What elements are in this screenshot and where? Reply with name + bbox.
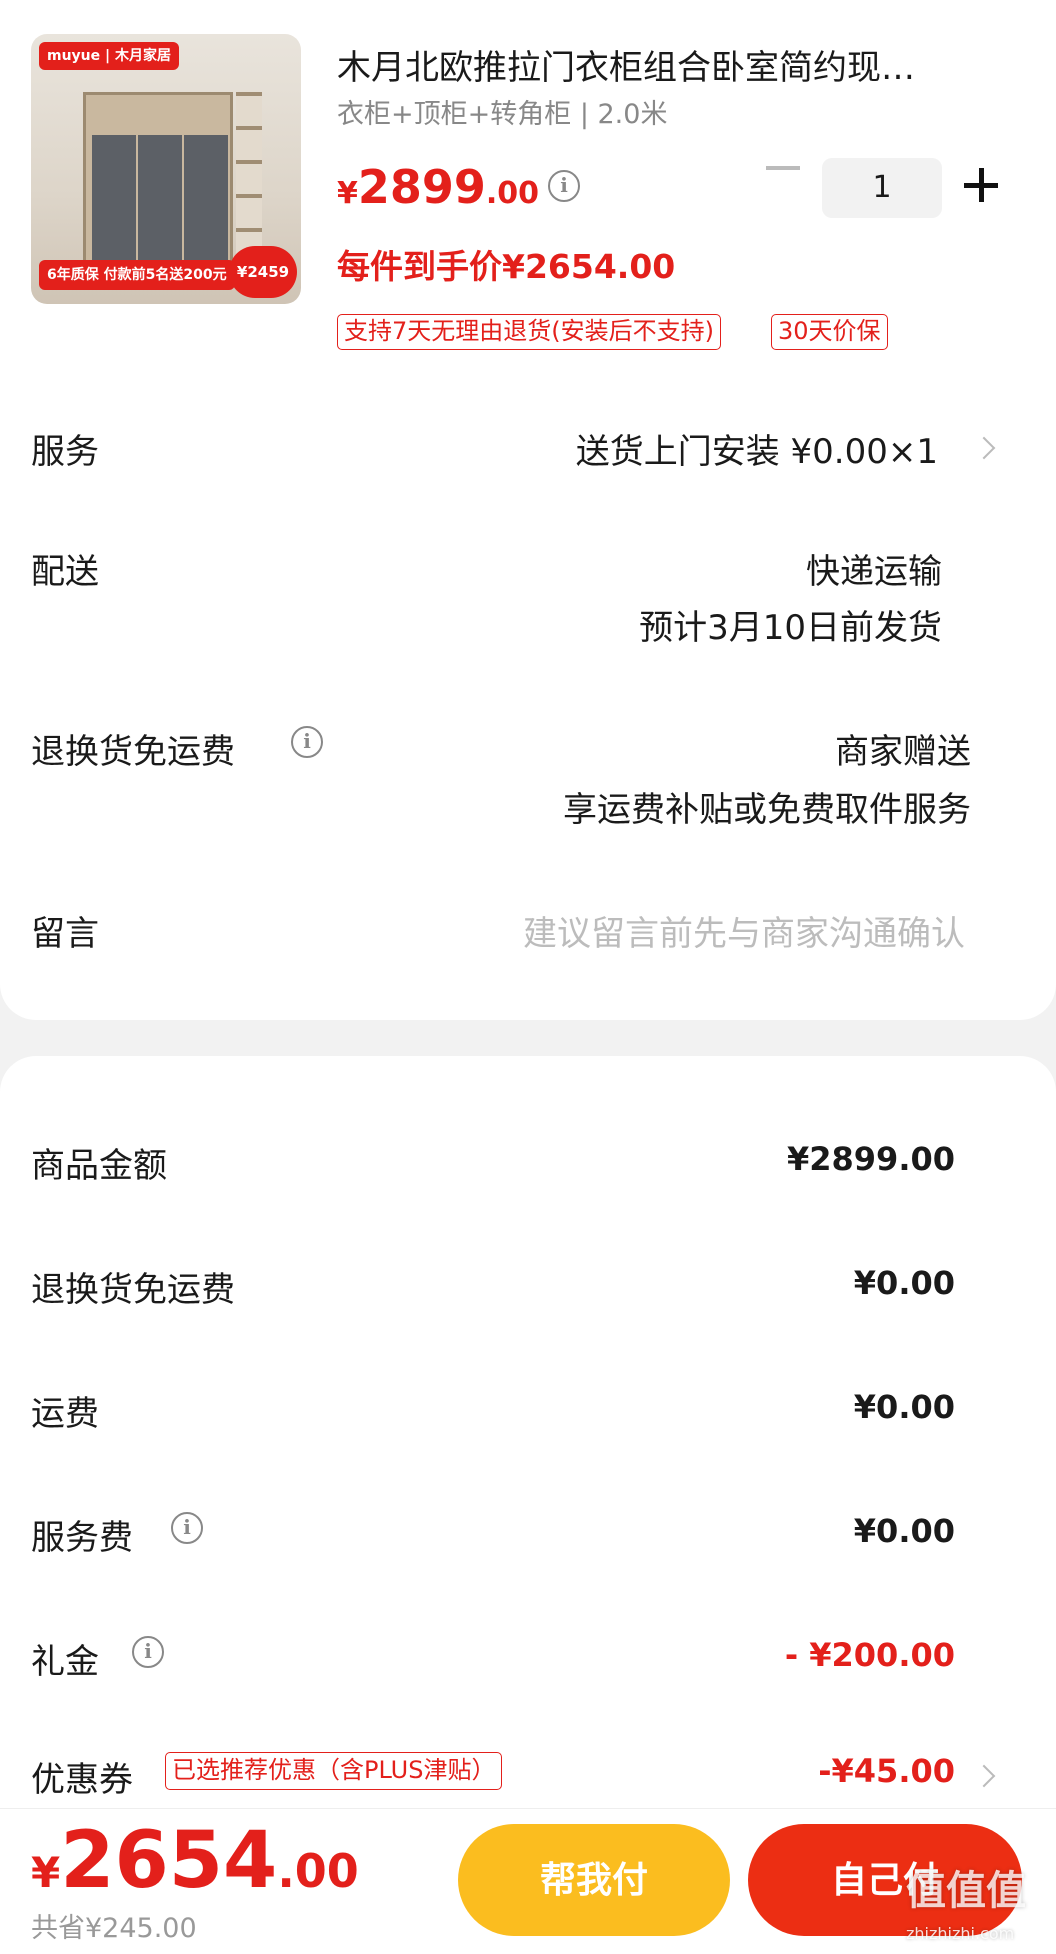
goods-amount-label: 商品金额: [31, 1146, 167, 1186]
quantity-field[interactable]: 1: [822, 158, 942, 218]
return-shipping-value: 商家赠送: [835, 732, 971, 772]
wardrobe-door: [92, 135, 136, 280]
return-shipping-info-icon[interactable]: i: [291, 726, 323, 758]
service-fee-value: ¥0.00: [853, 1512, 955, 1550]
per-item-price: 每件到手价¥2654.00: [337, 247, 676, 286]
gift-money-value: - ¥200.00: [784, 1636, 955, 1674]
price-bubble: ¥2459: [229, 246, 297, 298]
service-value[interactable]: 送货上门安装 ¥0.00×1: [576, 424, 938, 473]
product-title[interactable]: 木月北欧推拉门衣柜组合卧室简约现…: [337, 40, 1007, 89]
wardrobe-door: [184, 135, 228, 280]
delivery-eta: 预计3月10日前发货: [639, 608, 942, 648]
total-symbol: ¥: [31, 1848, 61, 1897]
gift-money-label: 礼金: [31, 1642, 99, 1682]
decrease-quantity-button[interactable]: [766, 166, 800, 170]
product-spec[interactable]: 衣柜+顶柜+转角柜 | 2.0米: [337, 92, 667, 131]
delivery-method: 快递运输: [806, 552, 942, 592]
increase-quantity-button[interactable]: [964, 168, 998, 202]
price-symbol: ¥: [337, 176, 358, 211]
price-integer: 2899: [357, 160, 486, 214]
coupon-value[interactable]: -¥45.00: [818, 1752, 955, 1790]
service-label: 服务: [31, 432, 99, 472]
shipping-fee-value: ¥0.00: [853, 1388, 955, 1426]
unit-price: ¥2899.00: [337, 160, 539, 214]
total-price: ¥2654.00: [31, 1816, 359, 1906]
coupon-label: 优惠券: [31, 1760, 133, 1800]
return-shipping-detail: 享运费补贴或免费取件服务: [563, 790, 971, 830]
message-label: 留言: [31, 914, 99, 954]
gift-money-info-icon[interactable]: i: [132, 1636, 164, 1668]
return-fee-label: 退换货免运费: [31, 1270, 235, 1310]
brand-logo: muyue | 木月家居: [39, 42, 180, 70]
wardrobe-door: [138, 135, 182, 280]
service-fee-info-icon[interactable]: i: [171, 1512, 203, 1544]
return-shipping-label: 退换货免运费: [31, 732, 235, 772]
price-decimal: .00: [485, 176, 540, 211]
price-info-icon[interactable]: i: [548, 170, 580, 202]
price-protection-tag: 30天价保: [771, 314, 888, 350]
total-decimal: .00: [277, 1844, 359, 1898]
promo-badge: 6年质保 付款前5名送200元: [39, 260, 235, 290]
return-policy-tag: 支持7天无理由退货(安装后不支持): [337, 314, 721, 350]
coupon-recommend-tag[interactable]: 已选推荐优惠（含PLUS津贴）: [165, 1752, 503, 1790]
message-input[interactable]: 建议留言前先与商家沟通确认: [523, 906, 965, 955]
total-saved: 共省¥245.00: [31, 1913, 197, 1944]
product-image[interactable]: muyue | 木月家居 6年质保 付款前5名送200元 ¥2459: [31, 34, 301, 304]
delivery-label: 配送: [31, 552, 99, 592]
site-watermark: 值值值: [906, 1868, 1026, 1914]
service-fee-label: 服务费: [31, 1518, 133, 1558]
total-integer: 2654: [60, 1816, 278, 1906]
site-watermark-url: zhizhizhi.com: [906, 1924, 1015, 1943]
help-me-pay-button[interactable]: 帮我付: [458, 1824, 730, 1936]
return-fee-value: ¥0.00: [853, 1264, 955, 1302]
shipping-fee-label: 运费: [31, 1394, 99, 1434]
wardrobe-illustration: [83, 92, 233, 282]
goods-amount-value: ¥2899.00: [786, 1140, 955, 1178]
